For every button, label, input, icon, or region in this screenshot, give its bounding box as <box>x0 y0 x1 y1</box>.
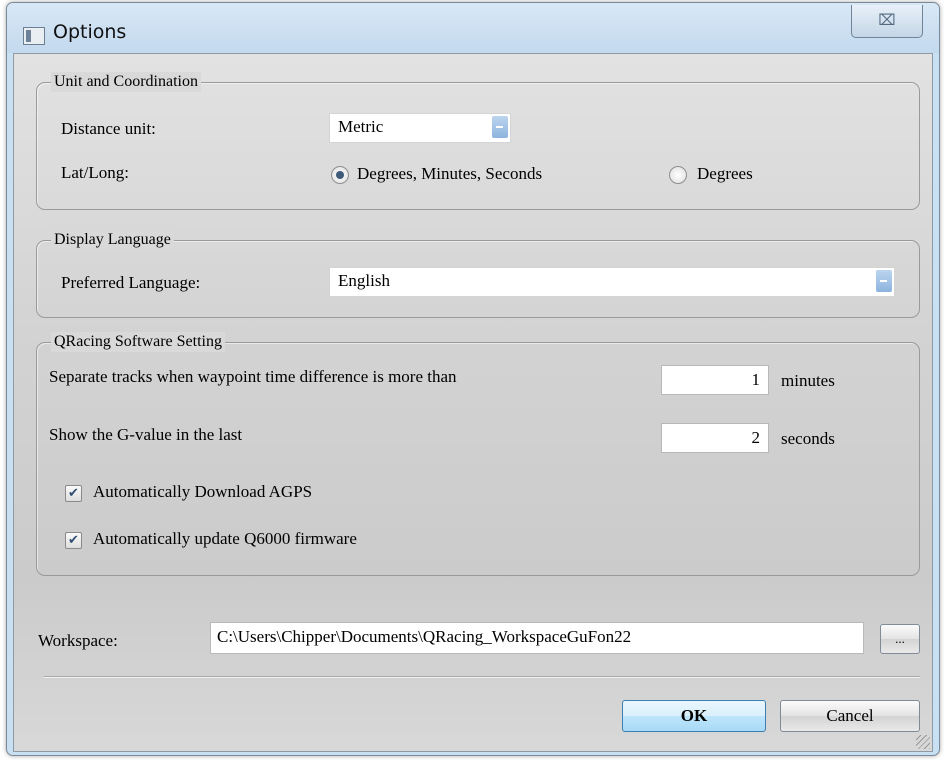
close-icon: ⌧ <box>878 11 896 29</box>
footer-separator <box>44 676 920 678</box>
gvalue-input[interactable]: 2 <box>661 423 769 453</box>
dialog-body: Unit and Coordination Distance unit: Met… <box>13 53 933 752</box>
window-icon <box>23 27 45 45</box>
options-dialog: Options ⌧ Unit and Coordination Distance… <box>6 2 940 756</box>
latlong-label: Lat/Long: <box>61 163 129 182</box>
preferred-language-label: Preferred Language: <box>61 273 201 292</box>
checkmark-icon: ✔ <box>68 486 79 501</box>
distance-unit-select[interactable]: Metric <box>329 113 511 143</box>
distance-unit-label: Distance unit: <box>61 119 156 138</box>
radio-dms[interactable] <box>331 166 349 184</box>
radio-dms-label[interactable]: Degrees, Minutes, Seconds <box>357 164 542 184</box>
workspace-path-input[interactable]: C:\Users\Chipper\Documents\QRacing_Works… <box>210 622 864 654</box>
agps-checkbox[interactable]: ✔ <box>65 485 82 502</box>
preferred-language-value: English <box>338 271 390 290</box>
workspace-path-value: C:\Users\Chipper\Documents\QRacing_Works… <box>217 627 632 646</box>
title-bar[interactable]: Options ⌧ <box>7 3 939 53</box>
close-button[interactable]: ⌧ <box>851 5 923 38</box>
unit-coordination-group: Unit and Coordination Distance unit: Met… <box>36 72 920 210</box>
software-setting-legend: QRacing Software Setting <box>51 332 225 352</box>
gvalue-value: 2 <box>751 428 761 447</box>
separate-tracks-input[interactable]: 1 <box>661 365 769 395</box>
checkmark-icon: ✔ <box>68 533 79 548</box>
distance-unit-value: Metric <box>338 117 384 136</box>
software-setting-group: QRacing Software Setting Separate tracks… <box>36 332 920 576</box>
preferred-language-select[interactable]: English <box>329 267 895 297</box>
unit-coordination-legend: Unit and Coordination <box>51 72 201 92</box>
cancel-button[interactable]: Cancel <box>780 700 920 732</box>
separate-tracks-value: 1 <box>751 370 761 389</box>
separate-tracks-label: Separate tracks when waypoint time diffe… <box>49 367 457 386</box>
display-language-legend: Display Language <box>51 230 174 250</box>
firmware-checkbox[interactable]: ✔ <box>65 532 82 549</box>
workspace-label: Workspace: <box>38 631 118 650</box>
radio-degrees[interactable] <box>669 166 687 184</box>
resize-grip-icon[interactable] <box>916 735 930 749</box>
display-language-group: Display Language Preferred Language: Eng… <box>36 230 920 318</box>
gvalue-label: Show the G-value in the last <box>49 425 243 444</box>
window-title: Options <box>53 21 127 43</box>
firmware-label[interactable]: Automatically update Q6000 firmware <box>93 529 357 549</box>
gvalue-unit: seconds <box>781 429 835 448</box>
radio-degrees-label[interactable]: Degrees <box>697 164 753 184</box>
agps-label[interactable]: Automatically Download AGPS <box>93 482 312 502</box>
browse-button[interactable]: ... <box>880 624 920 654</box>
ok-button[interactable]: OK <box>622 700 766 732</box>
dropdown-arrow-icon[interactable] <box>492 116 508 138</box>
separate-tracks-unit: minutes <box>781 371 835 390</box>
dropdown-arrow-icon[interactable] <box>876 270 892 292</box>
